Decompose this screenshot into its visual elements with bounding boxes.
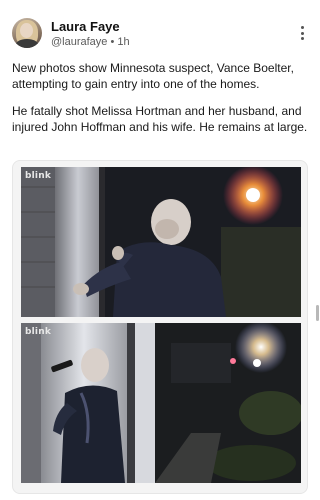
media-gallery: blink blink (12, 160, 308, 494)
author-handle[interactable]: @laurafaye (51, 36, 107, 48)
post-paragraph: He fatally shot Melissa Hortman and her … (12, 104, 308, 134)
photo-doorbell-camera-2[interactable]: blink (21, 323, 301, 483)
more-options-icon[interactable] (298, 26, 306, 44)
photo-doorbell-camera-1[interactable]: blink (21, 167, 301, 317)
camera-watermark: blink (25, 327, 52, 337)
scrollbar[interactable] (316, 305, 319, 321)
camera-watermark: blink (25, 171, 52, 181)
avatar[interactable] (12, 18, 42, 48)
post-header: Laura Faye @laurafaye • 1h (12, 18, 308, 52)
author-meta: @laurafaye • 1h (51, 36, 130, 48)
post-paragraph: New photos show Minnesota suspect, Vance… (12, 61, 294, 91)
post-text: New photos show Minnesota suspect, Vance… (12, 60, 308, 146)
meta-separator: • (110, 36, 115, 48)
post-time[interactable]: 1h (117, 36, 129, 48)
author-name[interactable]: Laura Faye (51, 19, 120, 34)
post-card: Laura Faye @laurafaye • 1h New photos sh… (0, 0, 320, 500)
